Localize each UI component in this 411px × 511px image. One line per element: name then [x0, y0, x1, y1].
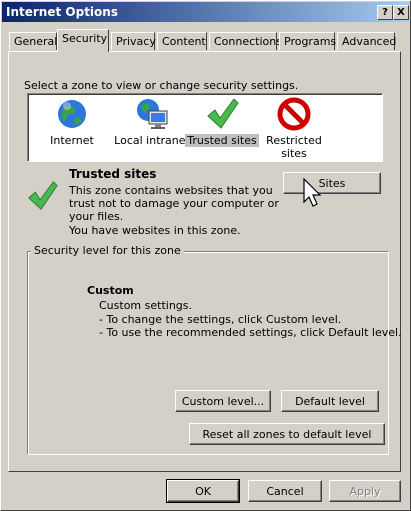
- zone-description-line: your files.: [69, 210, 124, 223]
- security-level-title: Custom: [87, 284, 134, 297]
- globe-icon: [58, 100, 86, 128]
- cancel-button[interactable]: Cancel: [248, 480, 322, 502]
- zone-internet[interactable]: Internet: [32, 96, 112, 147]
- reset-all-zones-button[interactable]: Reset all zones to default level: [189, 423, 385, 445]
- zone-list: Internet Local intranet Trusted sites Re…: [27, 93, 383, 162]
- mouse-pointer-icon: [303, 178, 322, 207]
- zone-label-restricted-sites: Restricted sites: [266, 134, 322, 160]
- checkmark-icon: [207, 98, 239, 129]
- zone-trusted-sites[interactable]: Trusted sites: [182, 96, 262, 147]
- sites-button[interactable]: Sites: [283, 172, 381, 194]
- apply-button[interactable]: Apply: [329, 480, 401, 502]
- zone-restricted-sites[interactable]: Restricted sites: [254, 96, 334, 160]
- security-tab-panel: Select a zone to view or change security…: [8, 51, 402, 472]
- security-level-group-label: Security level for this zone: [31, 244, 184, 257]
- zone-description-line: trust not to damage your computer or: [69, 197, 279, 210]
- zone-instruction: Select a zone to view or change security…: [24, 79, 299, 92]
- tab-connections[interactable]: Connections: [209, 32, 282, 50]
- tab-general[interactable]: General: [9, 32, 57, 50]
- checkmark-icon: [28, 181, 58, 210]
- internet-options-window: Internet Options ? X General Security Pr…: [0, 0, 411, 511]
- tab-advanced[interactable]: Advanced: [337, 32, 396, 50]
- prohibited-icon: [277, 97, 311, 131]
- default-level-button[interactable]: Default level: [281, 390, 379, 412]
- window-title: Internet Options: [6, 5, 118, 19]
- zone-label-internet: Internet: [50, 134, 94, 147]
- zone-description-line: This zone contains websites that you: [69, 184, 273, 197]
- tab-security[interactable]: Security: [57, 29, 109, 52]
- security-level-line: - To use the recommended settings, click…: [99, 326, 402, 339]
- zone-label-local-intranet: Local intranet: [114, 134, 190, 147]
- title-bar[interactable]: Internet Options ? X: [2, 2, 409, 22]
- zone-local-intranet[interactable]: Local intranet: [112, 96, 192, 147]
- help-button[interactable]: ?: [377, 5, 393, 20]
- tab-programs[interactable]: Programs: [279, 32, 336, 50]
- security-level-line: Custom settings.: [99, 299, 193, 312]
- intranet-icon: [137, 99, 168, 129]
- ok-button[interactable]: OK: [166, 479, 240, 503]
- custom-level-button[interactable]: Custom level...: [175, 390, 271, 412]
- security-level-line: - To change the settings, click Custom l…: [99, 313, 342, 326]
- zone-description-line: You have websites in this zone.: [69, 224, 241, 237]
- zone-heading: Trusted sites: [69, 167, 157, 181]
- close-button[interactable]: X: [393, 5, 409, 20]
- zone-label-trusted-sites: Trusted sites: [185, 134, 259, 147]
- tab-privacy[interactable]: Privacy: [111, 32, 156, 50]
- tab-content[interactable]: Content: [157, 32, 207, 50]
